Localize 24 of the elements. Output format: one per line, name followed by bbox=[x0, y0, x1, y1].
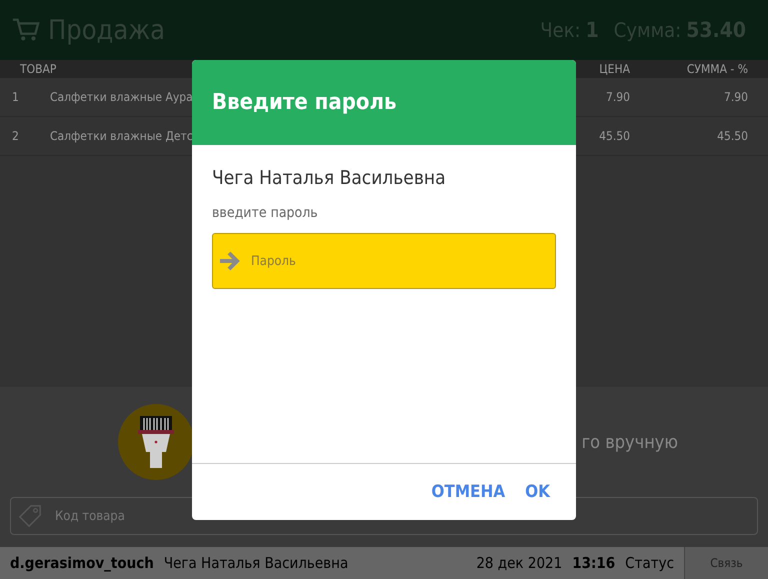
dialog-title: Введите пароль bbox=[212, 90, 396, 115]
table-cell-text: 45.50 bbox=[598, 129, 630, 143]
login-text: d.gerasimov_touch bbox=[10, 554, 154, 572]
date-text: 28 дек 2021 bbox=[476, 554, 562, 572]
connection-button[interactable]: Связь bbox=[684, 547, 768, 579]
column-header: ЦЕНА bbox=[598, 62, 630, 76]
column-header: СУММА - % bbox=[686, 62, 748, 76]
user-name: Чега Наталья Васильевна bbox=[164, 554, 350, 572]
status-text: Статус bbox=[625, 554, 674, 572]
table-cell: Салфетки влажные Аура bbox=[50, 90, 193, 104]
table-cell-text: 45.50 bbox=[716, 129, 748, 143]
time-text: 13:16 bbox=[572, 554, 616, 572]
prompt-text: введите пароль bbox=[212, 205, 319, 221]
tag-icon bbox=[18, 504, 42, 528]
column-header: ТОВАР bbox=[20, 62, 56, 76]
table-cell-text: 2 bbox=[12, 129, 20, 143]
scan-hint-text: го вручную bbox=[582, 432, 678, 452]
table-cell: Салфетки влажные Детс bbox=[50, 129, 193, 143]
table-cell-text: 7.90 bbox=[722, 90, 748, 104]
table-cell-text: 7.90 bbox=[604, 90, 630, 104]
table-cell-text: 1 bbox=[12, 90, 20, 104]
user-name: Чега Наталья Васильевна bbox=[212, 167, 447, 189]
cart-icon bbox=[12, 17, 40, 43]
password-field[interactable]: Пароль bbox=[212, 233, 556, 289]
